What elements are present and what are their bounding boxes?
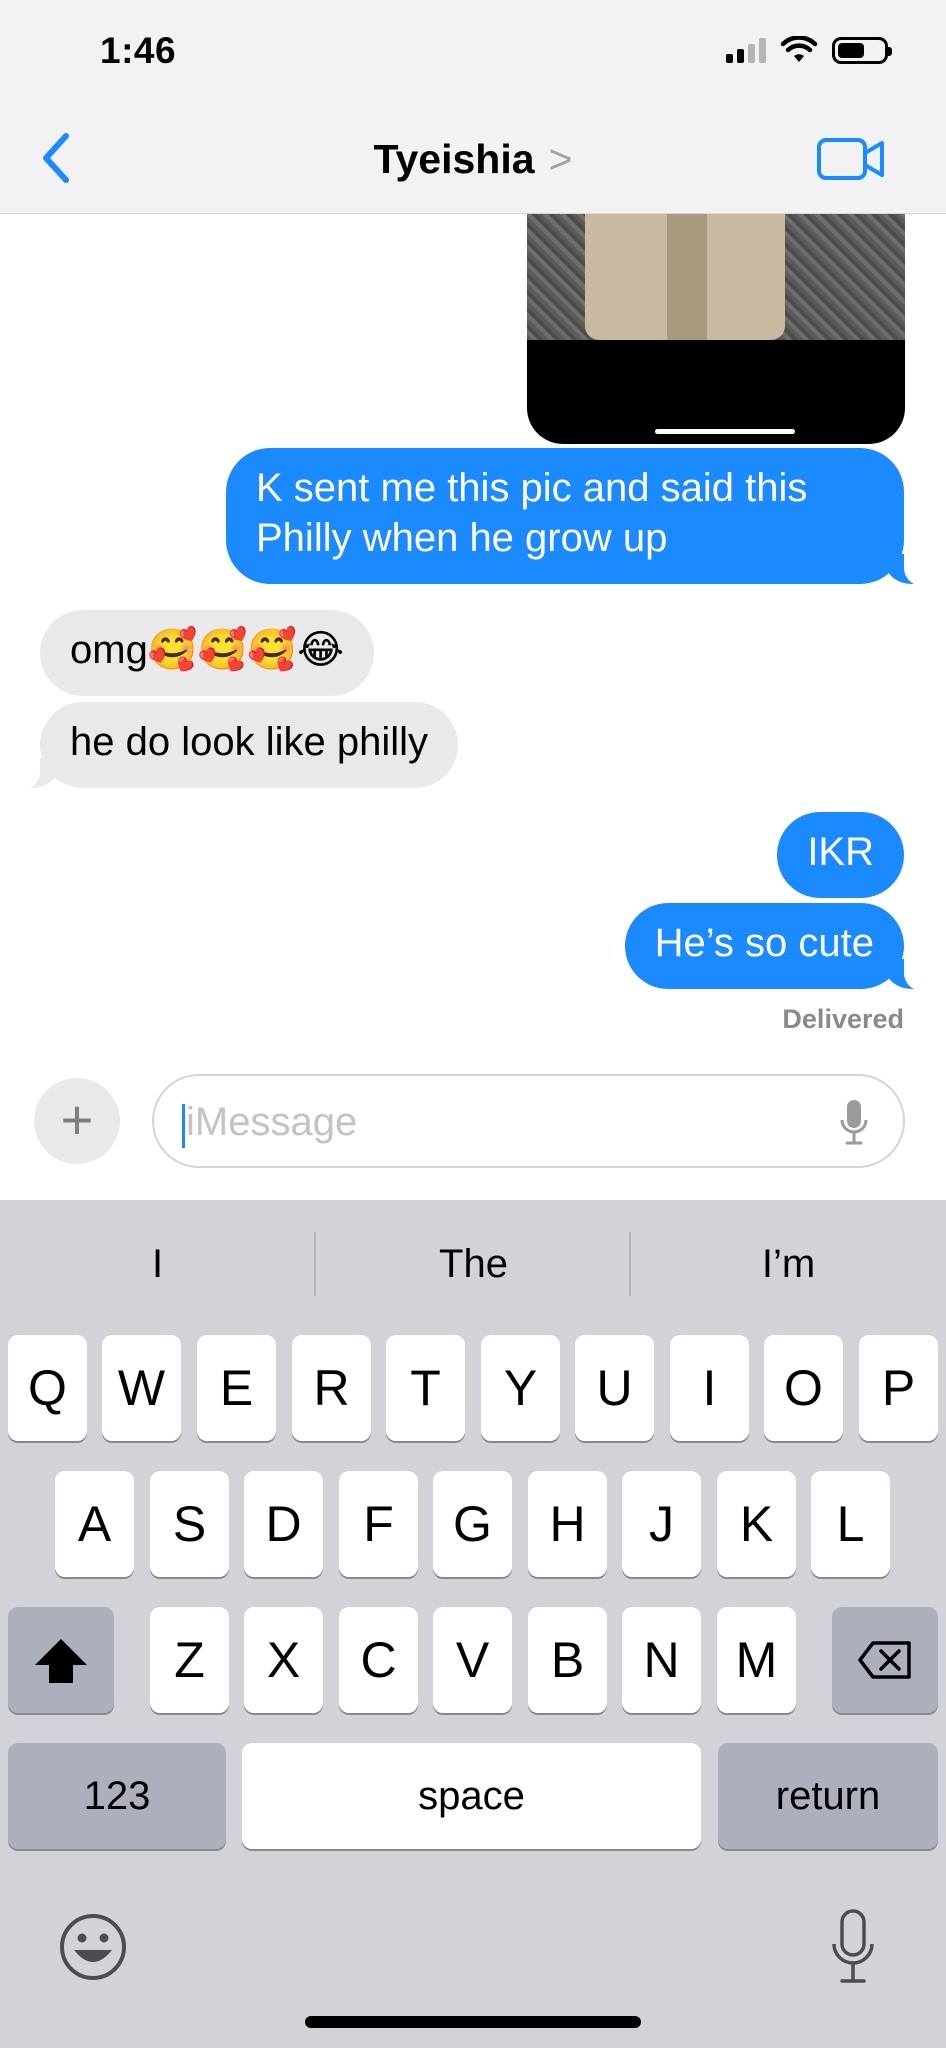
message-input[interactable]: iMessage	[152, 1074, 905, 1168]
message-text: omg🥰🥰🥰😂	[70, 628, 344, 672]
key-e[interactable]: E	[197, 1335, 276, 1441]
key-m[interactable]: M	[717, 1607, 796, 1713]
key-l[interactable]: L	[811, 1471, 890, 1577]
delete-key[interactable]	[832, 1607, 938, 1713]
add-attachment-button[interactable]: +	[34, 1078, 120, 1164]
text-cursor	[182, 1104, 185, 1148]
chevron-right-icon: >	[548, 136, 573, 182]
status-icons	[726, 36, 892, 64]
message-text: IKR	[807, 830, 874, 874]
key-v[interactable]: V	[433, 1607, 512, 1713]
numbers-key[interactable]: 123	[8, 1743, 226, 1849]
photo-attachment[interactable]: 😍😍😍	[527, 214, 905, 444]
key-y[interactable]: Y	[481, 1335, 560, 1441]
cellular-signal-icon	[726, 37, 766, 63]
incoming-message[interactable]: he do look like philly	[16, 702, 458, 790]
delivery-status: Delivered	[782, 1004, 904, 1034]
key-n[interactable]: N	[622, 1607, 701, 1713]
shift-arrow-icon	[35, 1639, 87, 1683]
suggestion-item[interactable]: I	[0, 1232, 315, 1296]
key-p[interactable]: P	[859, 1335, 938, 1441]
status-time: 1:46	[100, 30, 177, 71]
message-composer: + iMessage	[0, 1064, 946, 1200]
facetime-video-icon[interactable]	[816, 136, 886, 182]
key-q[interactable]: Q	[8, 1335, 87, 1441]
shift-key[interactable]	[8, 1607, 114, 1713]
contact-name: Tyeishia	[373, 136, 535, 182]
battery-icon	[832, 36, 892, 64]
message-text: he do look like philly	[70, 720, 428, 764]
key-h[interactable]: H	[528, 1471, 607, 1577]
key-r[interactable]: R	[292, 1335, 371, 1441]
key-j[interactable]: J	[622, 1471, 701, 1577]
key-z[interactable]: Z	[150, 1607, 229, 1713]
key-a[interactable]: A	[55, 1471, 134, 1577]
key-b[interactable]: B	[528, 1607, 607, 1713]
navigation-header: 1:46 Tyeishia >	[0, 0, 946, 214]
key-x[interactable]: X	[244, 1607, 323, 1713]
key-f[interactable]: F	[339, 1471, 418, 1577]
message-text: He’s so cute	[654, 921, 874, 965]
key-o[interactable]: O	[764, 1335, 843, 1441]
keyboard: I The I’m Q W E R T Y U I O P A S D F G …	[0, 1200, 946, 2048]
message-text-line: Philly when he grow up	[256, 516, 668, 560]
message-input-placeholder: iMessage	[186, 1100, 358, 1144]
emoji-icon[interactable]	[58, 1912, 128, 1982]
message-list[interactable]: 😍😍😍 K sent me this pic and said this Phi…	[0, 214, 946, 1064]
key-u[interactable]: U	[575, 1335, 654, 1441]
key-t[interactable]: T	[386, 1335, 465, 1441]
key-g[interactable]: G	[433, 1471, 512, 1577]
key-d[interactable]: D	[244, 1471, 323, 1577]
key-w[interactable]: W	[102, 1335, 181, 1441]
incoming-message[interactable]: omg🥰🥰🥰😂	[40, 610, 374, 696]
contact-name-button[interactable]: Tyeishia >	[0, 136, 946, 183]
dictation-mic-icon[interactable]	[839, 1098, 869, 1146]
key-k[interactable]: K	[717, 1471, 796, 1577]
outgoing-message[interactable]: IKR	[777, 812, 904, 898]
key-s[interactable]: S	[150, 1471, 229, 1577]
dictation-mic-icon[interactable]	[830, 1908, 876, 1986]
key-i[interactable]: I	[670, 1335, 749, 1441]
message-text-line: K sent me this pic and said this	[256, 466, 808, 510]
space-key[interactable]: space	[242, 1743, 701, 1849]
predictive-text-bar: I The I’m	[0, 1232, 946, 1296]
outgoing-message[interactable]: He’s so cute	[624, 903, 929, 991]
suggestion-item[interactable]: The	[316, 1232, 631, 1296]
key-c[interactable]: C	[339, 1607, 418, 1713]
return-key[interactable]: return	[718, 1743, 938, 1849]
home-indicator[interactable]	[305, 2016, 641, 2028]
suggestion-item[interactable]: I’m	[631, 1232, 946, 1296]
backspace-icon	[858, 1641, 911, 1679]
outgoing-message[interactable]: K sent me this pic and said this Philly …	[226, 448, 928, 586]
wifi-icon	[780, 36, 818, 62]
